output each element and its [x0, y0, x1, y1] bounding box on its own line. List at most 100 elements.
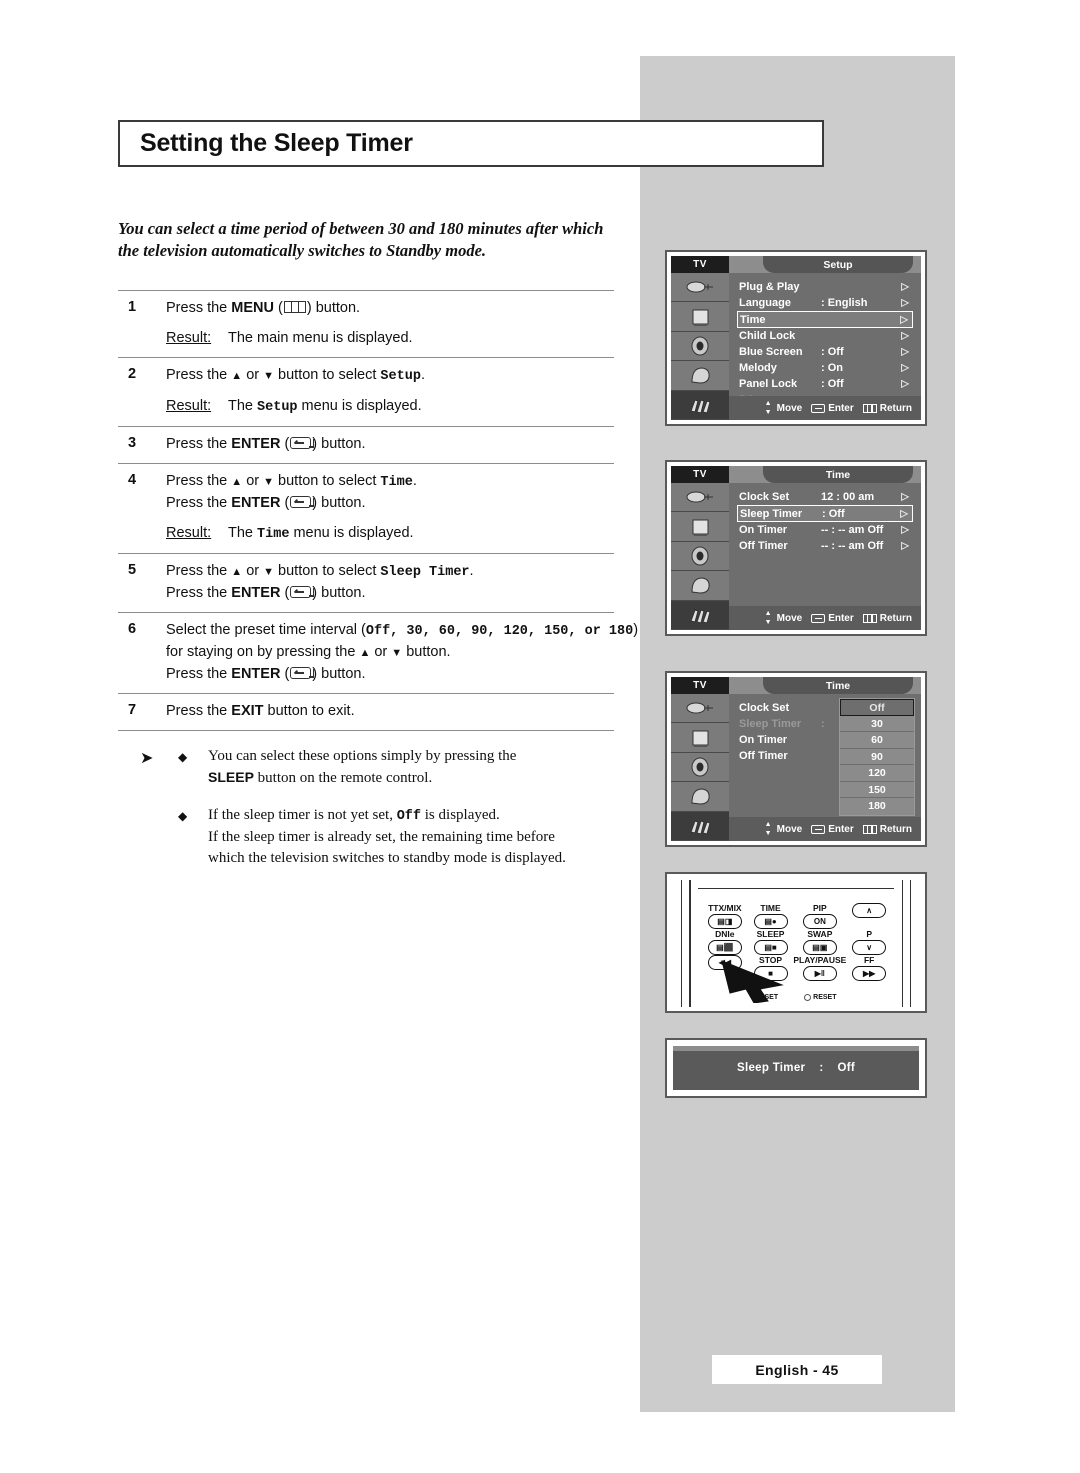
remote-key-swap[interactable]: SWAP ▤▣ — [793, 929, 846, 955]
banner-value: Off — [837, 1062, 855, 1074]
note-line-2: button on the remote control. — [253, 770, 433, 786]
osd-row-on-timer[interactable]: On Timer -- : -- am Off ▷ — [737, 522, 913, 538]
remote-control-diagram: TTX/MIX ▤◨ TIME ▤● PIP ON ∧ DNIe ▤⬛ SLEE… — [665, 872, 927, 1013]
osd-row-panel-lock[interactable]: Panel Lock : Off ▷ — [737, 376, 913, 392]
value-option-off[interactable]: Off — [840, 699, 914, 716]
sidebar-icon-setup[interactable] — [671, 811, 729, 841]
osd-screen: TV Setup Plug & Play ▷ Language: Englis… — [671, 256, 921, 420]
enter-key-label: ENTER — [231, 436, 281, 452]
result-pre: The — [228, 525, 258, 541]
remote-key-label: SLEEP — [756, 929, 785, 939]
tv-icon — [692, 730, 709, 747]
remote-key-glyph[interactable]: ∧ — [852, 903, 887, 918]
osd-label: On Timer — [739, 524, 788, 536]
down-arrow-icon — [263, 367, 274, 383]
value-option-60[interactable]: 60 — [840, 732, 914, 749]
value-option-90[interactable]: 90 — [840, 749, 914, 765]
remote-reset-key[interactable]: RESET — [804, 994, 836, 1001]
osd-row-off-timer[interactable]: Off Timer -- : -- am Off ▷ — [737, 538, 913, 554]
sidebar-icon-setup[interactable] — [671, 600, 729, 630]
osd-row-plug-play[interactable]: Plug & Play ▷ — [737, 279, 913, 295]
step-row: 5 Press the or button to select Sleep Ti… — [118, 553, 614, 612]
value-option-30[interactable]: 30 — [840, 716, 914, 732]
sidebar-icon-tv[interactable] — [671, 723, 729, 753]
note-text: You can select these options simply by p… — [208, 746, 620, 789]
remote-key-glyph[interactable]: ▶‖ — [802, 966, 837, 981]
osd-row-time[interactable]: Time ▷ — [737, 311, 913, 328]
remote-key-glyph[interactable]: ▤▣ — [802, 940, 837, 955]
remote-set-key[interactable]: SET — [756, 994, 779, 1001]
value-option-180[interactable]: 180 — [840, 798, 914, 815]
remote-key-stop[interactable]: STOP ■ — [748, 955, 794, 981]
remote-key-ch-up[interactable]: ∧ — [846, 903, 892, 929]
remote-key-glyph[interactable]: ▤⬛ — [707, 940, 742, 955]
remote-key-pip[interactable]: PIP ON — [793, 903, 846, 929]
sidebar-icon-channel[interactable] — [671, 782, 729, 812]
time-icon: ▤● — [764, 916, 777, 926]
value-option-150[interactable]: 150 — [840, 782, 914, 798]
step-text: Press the — [166, 436, 232, 452]
remote-key-rewind[interactable]: ◀◀ — [702, 955, 748, 981]
step-line-2: for staying on by pressing the or button… — [166, 642, 638, 664]
remote-key-label: FF — [863, 955, 875, 965]
sidebar-icon-channel[interactable] — [671, 571, 729, 601]
step-text: Press the — [166, 300, 232, 316]
osd-row-clock-set[interactable]: Clock Set 12 : 00 am ▷ — [737, 489, 913, 505]
ttxmix-icon: ▤◨ — [717, 916, 733, 926]
osd-row-sleep-timer[interactable]: Sleep Timer : Off ▷ — [737, 505, 913, 522]
osd-label: Melody — [739, 362, 777, 374]
osd-row-melody[interactable]: Melody : On ▷ — [737, 360, 913, 376]
remote-key-dnie[interactable]: DNIe ▤⬛ — [702, 929, 748, 955]
step-text-post: button to select — [274, 473, 381, 489]
remote-key-play-pause[interactable]: PLAY/PAUSE ▶‖ — [793, 955, 846, 981]
remote-key-glyph[interactable]: ▶▶ — [852, 966, 887, 981]
sidebar-icon-tv[interactable] — [671, 512, 729, 542]
sidebar-icon-sound[interactable] — [671, 541, 729, 572]
step-text-mid: or — [242, 473, 264, 489]
remote-key-glyph[interactable]: ■ — [753, 966, 788, 981]
chevron-right-icon: ▷ — [901, 330, 909, 342]
osd-icon-sidebar — [671, 694, 729, 841]
banner-screen: Sleep Timer : Off — [673, 1046, 919, 1090]
remote-key-ttxmix[interactable]: TTX/MIX ▤◨ — [702, 903, 748, 929]
sidebar-icon-picture[interactable] — [671, 694, 729, 724]
step-row: 6 Select the preset time interval (Off, … — [118, 612, 638, 693]
step-text-post: button. — [402, 644, 451, 660]
step-number: 2 — [128, 366, 137, 382]
remote-key-glyph[interactable]: ▤● — [753, 914, 788, 929]
remote-key-ff[interactable]: FF ▶▶ — [846, 955, 892, 981]
osd-label: Plug & Play — [739, 281, 800, 293]
sidebar-icon-picture[interactable] — [671, 483, 729, 513]
remote-key-glyph[interactable]: ▤■ — [753, 940, 788, 955]
diamond-bullet-icon: ◆ — [178, 750, 188, 764]
osd-label: Panel Lock — [739, 378, 798, 390]
sidebar-icon-sound[interactable] — [671, 752, 729, 783]
page-number: English - 45 — [755, 1361, 839, 1378]
remote-key-glyph[interactable]: ON — [802, 914, 837, 929]
remote-key-ch-down[interactable]: P ∨ — [846, 929, 892, 955]
remote-key-time[interactable]: TIME ▤● — [748, 903, 794, 929]
value-option-120[interactable]: 120 — [840, 765, 914, 782]
step-text-end: ) — [633, 622, 639, 638]
sidebar-icon-tv[interactable] — [671, 302, 729, 332]
osd-return-label: Return — [879, 402, 912, 414]
exit-key-label: EXIT — [231, 703, 264, 719]
osd-setup-menu: TV Setup Plug & Play ▷ Language: Englis… — [665, 250, 927, 426]
osd-enter-hint: Enter — [811, 824, 854, 835]
set-label: SET — [764, 994, 779, 1001]
osd-row-child-lock[interactable]: Child Lock ▷ — [737, 328, 913, 344]
sidebar-icon-setup[interactable] — [671, 390, 729, 420]
sidebar-icon-picture[interactable] — [671, 273, 729, 303]
note-block: ➤ ◆ You can select these options simply … — [140, 746, 620, 789]
remote-key-sleep[interactable]: SLEEP ▤■ — [748, 929, 794, 955]
remote-key-glyph[interactable]: ▤◨ — [707, 914, 742, 929]
osd-return-label: Return — [879, 612, 912, 624]
step-text-end: . — [469, 563, 474, 579]
sidebar-icon-channel[interactable] — [671, 361, 729, 391]
sidebar-icon-sound[interactable] — [671, 331, 729, 362]
remote-key-label: P — [866, 929, 872, 939]
osd-row-blue-screen[interactable]: Blue Screen : Off ▷ — [737, 344, 913, 360]
remote-key-glyph[interactable]: ◀◀ — [707, 955, 742, 970]
remote-key-glyph[interactable]: ∨ — [852, 940, 887, 955]
osd-row-language[interactable]: Language : English ▷ — [737, 295, 913, 311]
